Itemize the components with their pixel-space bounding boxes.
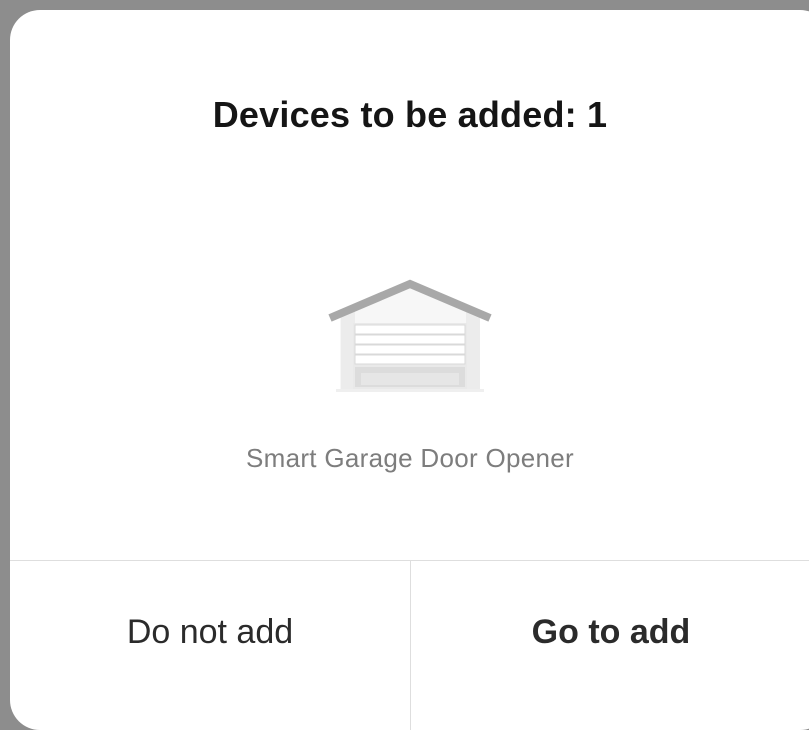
do-not-add-button[interactable]: Do not add [10,561,410,703]
go-to-add-button[interactable]: Go to add [411,561,809,703]
add-device-dialog: Devices to be added: 1 Smart Garage Door… [10,10,809,730]
device-name-label: Smart Garage Door Opener [245,443,574,473]
garage-icon [328,279,492,392]
dialog-title: Devices to be added: 1 [212,94,608,135]
